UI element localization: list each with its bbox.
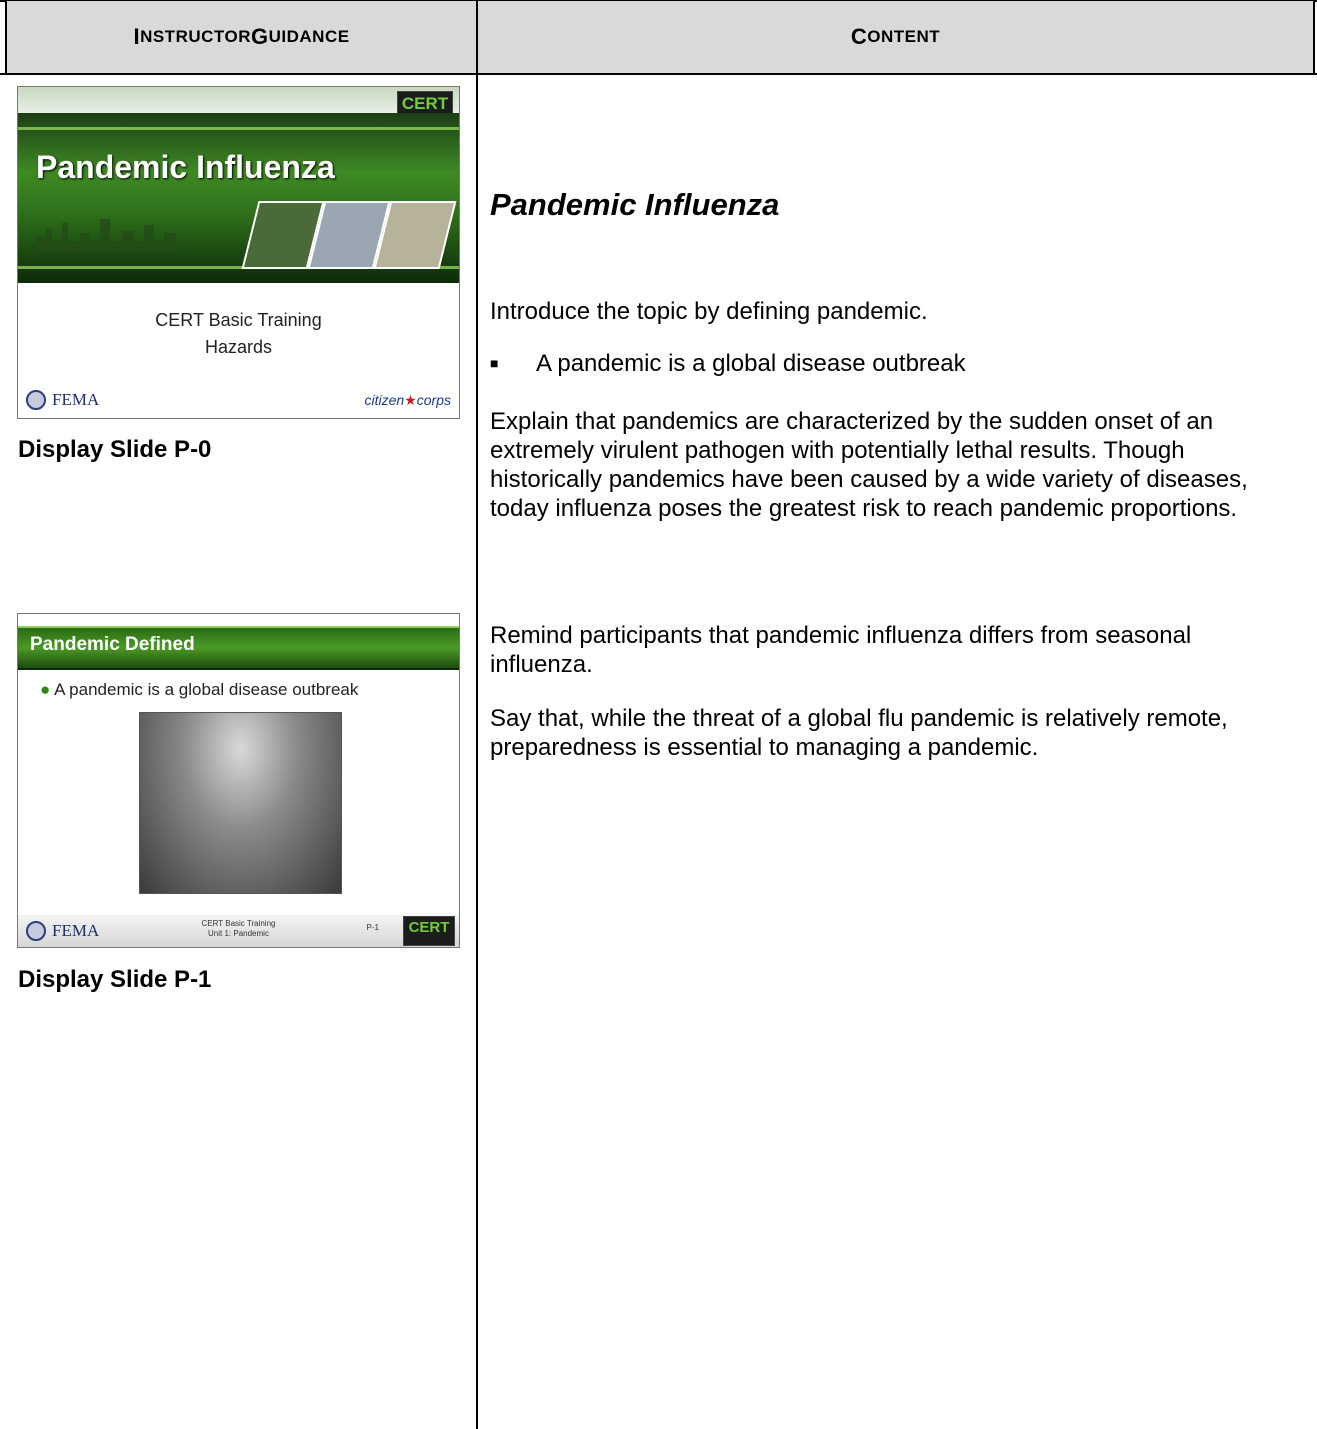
slide-thumbnail-p1: Pandemic Defined ● A pandemic is a globa…: [17, 613, 460, 948]
cert-logo: CERT: [403, 916, 455, 946]
footer-course-text: CERT Basic Training Unit 1: Pandemic: [201, 919, 276, 938]
skyline-icon: [36, 219, 176, 251]
content-paragraph-2: Remind participants that pandemic influe…: [490, 622, 1192, 678]
star-icon: ★: [404, 392, 417, 408]
header-content: C ONTENT: [478, 1, 1313, 73]
fema-logo: FEMA: [26, 390, 99, 410]
slide-title: Pandemic Influenza: [36, 149, 335, 185]
slide-thumbnail-p0: CERT COMMUNITY EMERGENCY RESPONSE TEAM P…: [17, 86, 460, 419]
slide-number: P-1: [366, 923, 379, 932]
slide-bullet: ● A pandemic is a global disease outbrea…: [40, 680, 359, 699]
square-bullet-icon: ■: [490, 355, 499, 371]
header-bottom-border: [0, 73, 1317, 75]
dhs-seal-icon: [26, 390, 46, 410]
content-bullet: ■ A pandemic is a global disease outbrea…: [490, 350, 966, 377]
citizen-corps-logo: citizen★corps: [364, 392, 451, 408]
slide-title: Pandemic Defined: [30, 634, 195, 655]
content-topic-heading: Pandemic Influenza: [490, 187, 780, 222]
bullet-dot-icon: ●: [40, 680, 55, 699]
column-divider: [476, 0, 478, 1429]
slide-footer: FEMA CERT Basic Training Unit 1: Pandemi…: [18, 915, 459, 947]
slide-title-band: [18, 113, 459, 283]
slide-caption-p0: Display Slide P-0: [18, 436, 212, 463]
slide-subtitle-line1: CERT Basic Training: [155, 310, 322, 330]
hospital-ward-photo: [139, 712, 342, 894]
slide-subtitle-line2: Hazards: [204, 337, 273, 357]
content-paragraph-1: Explain that pandemics are characterized…: [490, 408, 1248, 522]
header-instructor-guidance: I NSTRUCTOR G UIDANCE: [7, 1, 476, 73]
slide-top-bar: [18, 87, 459, 113]
content-intro: Introduce the topic by defining pandemic…: [490, 298, 928, 325]
slide-caption-p1: Display Slide P-1: [18, 966, 212, 993]
content-paragraph-3: Say that, while the threat of a global f…: [490, 705, 1228, 761]
table-right-border: [1313, 0, 1315, 75]
